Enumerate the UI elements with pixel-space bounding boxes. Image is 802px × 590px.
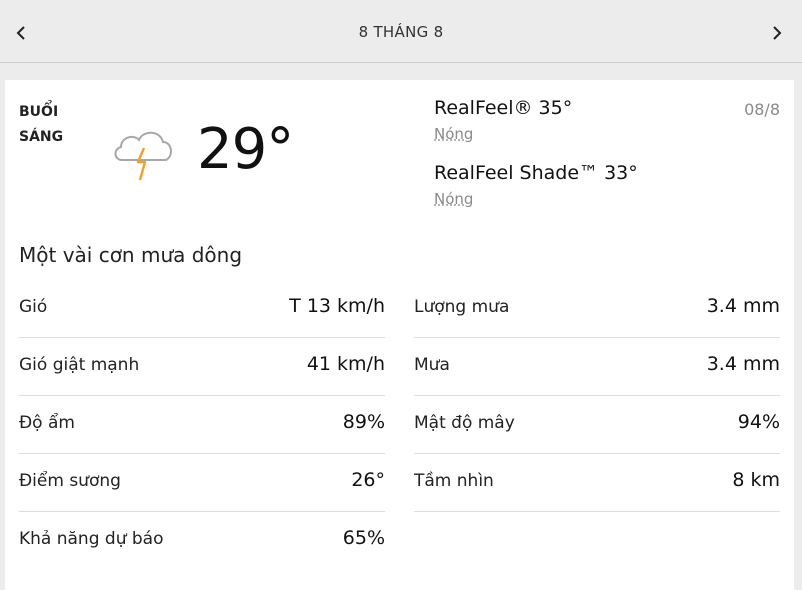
detail-row-humidity: Độ ẩm 89% xyxy=(19,396,385,454)
details-right-column: Lượng mưa 3.4 mm Mưa 3.4 mm Mật độ mây 9… xyxy=(414,280,780,512)
date-navigation-bar: 8 THÁNG 8 xyxy=(0,0,802,63)
forecast-date: 08/8 xyxy=(744,100,780,119)
next-day-button[interactable] xyxy=(762,19,790,47)
detail-value: 3.4 mm xyxy=(706,295,780,317)
forecast-card: BUỔI SÁNG 29° RealFeel® 35° Nóng RealFee… xyxy=(5,80,794,590)
detail-label: Gió giật mạnh xyxy=(19,355,140,375)
detail-value: 65% xyxy=(342,527,385,549)
detail-row-dew-point: Điểm sương 26° xyxy=(19,454,385,512)
detail-value: 41 km/h xyxy=(306,353,385,375)
detail-label: Mưa xyxy=(414,355,450,375)
detail-value: 3.4 mm xyxy=(706,353,780,375)
realfeel-value: RealFeel® 35° xyxy=(434,97,573,119)
detail-label: Độ ẩm xyxy=(19,413,75,433)
period-label: BUỔI SÁNG xyxy=(19,104,64,145)
detail-label: Điểm sương xyxy=(19,471,121,491)
detail-value: T 13 km/h xyxy=(289,295,385,317)
detail-label: Khả năng dự báo xyxy=(19,529,164,549)
realfeel-shade-value: RealFeel Shade™ 33° xyxy=(434,162,638,184)
realfeel-description[interactable]: Nóng xyxy=(434,125,473,143)
weather-phrase: Một vài cơn mưa dông xyxy=(19,243,243,267)
detail-label: Mật độ mây xyxy=(414,413,515,433)
temperature: 29° xyxy=(197,117,294,182)
detail-row-rain: Mưa 3.4 mm xyxy=(414,338,780,396)
detail-value: 8 km xyxy=(732,469,780,491)
detail-label: Lượng mưa xyxy=(414,297,510,317)
detail-row-probability: Khả năng dự báo 65% xyxy=(19,512,385,569)
detail-row-precipitation: Lượng mưa 3.4 mm xyxy=(414,280,780,338)
detail-value: 89% xyxy=(342,411,385,433)
chevron-right-icon xyxy=(773,26,782,40)
detail-row-wind: Gió T 13 km/h xyxy=(19,280,385,338)
realfeel-shade-description[interactable]: Nóng xyxy=(434,190,473,208)
detail-label: Tầm nhìn xyxy=(414,471,494,491)
detail-row-wind-gust: Gió giật mạnh 41 km/h xyxy=(19,338,385,396)
details-left-column: Gió T 13 km/h Gió giật mạnh 41 km/h Độ ẩ… xyxy=(19,280,385,569)
detail-row-visibility: Tầm nhìn 8 km xyxy=(414,454,780,512)
thunderstorm-cloud-icon xyxy=(114,131,172,181)
detail-label: Gió xyxy=(19,297,48,317)
date-title: 8 THÁNG 8 xyxy=(358,23,444,41)
detail-row-cloud-cover: Mật độ mây 94% xyxy=(414,396,780,454)
detail-value: 26° xyxy=(351,469,385,491)
detail-value: 94% xyxy=(737,411,780,433)
